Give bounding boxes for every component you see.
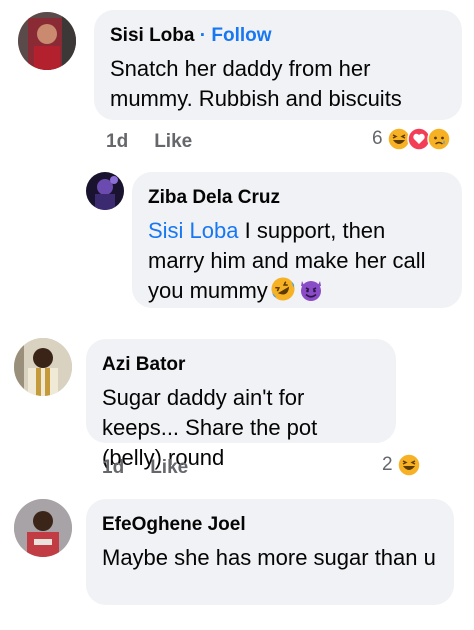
profile-photo-sisi [18, 12, 76, 70]
separator-dot: · [199, 25, 207, 46]
smiling-devil-emoji [298, 276, 324, 302]
comment-text: Sisi Loba I support, then marry him and … [148, 216, 446, 306]
avatar[interactable] [14, 338, 72, 396]
comment-header: Sisi Loba · Follow [110, 24, 446, 48]
comment-author[interactable]: Sisi Loba [110, 25, 194, 46]
avatar[interactable] [14, 499, 72, 557]
comment-timestamp[interactable]: 1d [102, 457, 124, 479]
comment-author[interactable]: EfeOghene Joel [102, 513, 438, 537]
avatar[interactable] [86, 172, 124, 210]
profile-photo-efeoghene [14, 499, 72, 557]
avatar[interactable] [18, 12, 76, 70]
comment-author[interactable]: Ziba Dela Cruz [148, 186, 446, 210]
reaction-count: 6 [372, 128, 383, 149]
comment-actions: 1d Like [102, 457, 188, 479]
comment-text: Maybe she has more sugar than u [102, 545, 436, 570]
reaction-summary[interactable]: 6 [372, 127, 451, 151]
profile-photo-ziba [86, 172, 124, 210]
mention-link[interactable]: Sisi Loba [148, 218, 239, 243]
comment-bubble: Azi Bator Sugar daddy ain't for keeps...… [86, 339, 396, 470]
comment-text: Snatch her daddy from her mummy. Rubbish… [110, 56, 402, 111]
reaction-summary[interactable]: 2 [382, 453, 421, 477]
sad-icon [426, 127, 451, 151]
profile-photo-azi [14, 338, 72, 396]
haha-icon [396, 453, 421, 477]
follow-button[interactable]: Follow [211, 25, 271, 46]
comment-bubble: Ziba Dela Cruz Sisi Loba I support, then… [132, 172, 462, 308]
reaction-count: 2 [382, 454, 393, 475]
comment-author[interactable]: Azi Bator [102, 353, 380, 377]
comment-bubble: Sisi Loba · Follow Snatch her daddy from… [94, 10, 462, 120]
like-button[interactable]: Like [150, 457, 188, 479]
like-button[interactable]: Like [154, 131, 192, 153]
rolling-laughing-emoji [270, 276, 296, 302]
comment-bubble: EfeOghene Joel Maybe she has more sugar … [86, 499, 454, 605]
comment-timestamp[interactable]: 1d [106, 131, 128, 153]
comment-actions: 1d Like [106, 131, 192, 153]
